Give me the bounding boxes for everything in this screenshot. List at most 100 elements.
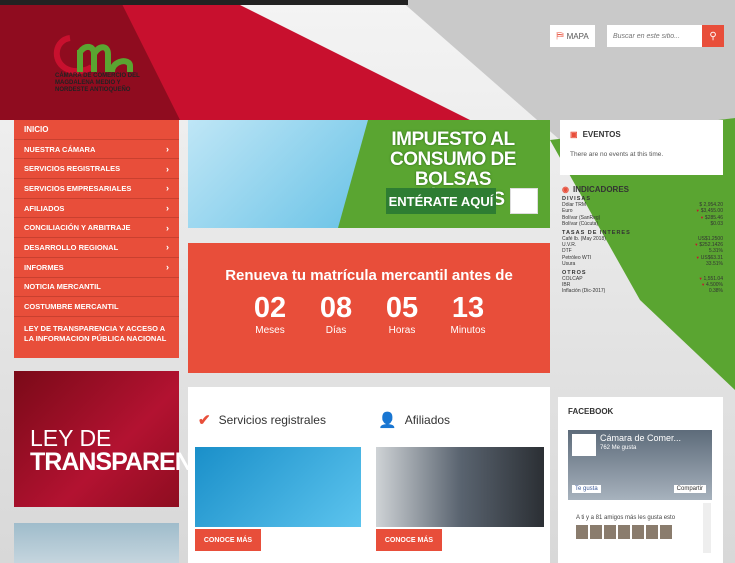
indicator-value: $0.03: [706, 221, 723, 227]
facebook-like-button[interactable]: Te gusta: [572, 485, 601, 493]
chevron-right-icon: ›: [166, 203, 169, 214]
indicadores-widget: ◉ INDICADORES DIVISAS Dólar TRM$ 2,954.2…: [560, 185, 723, 365]
facebook-page-name[interactable]: Cámara de Comer...: [600, 433, 681, 443]
avatar[interactable]: [618, 525, 630, 539]
facebook-title: FACEBOOK: [568, 407, 614, 416]
avatar[interactable]: [590, 525, 602, 539]
eventos-title: EVENTOS: [582, 130, 621, 139]
countdown-number: 02: [253, 292, 287, 324]
avatar[interactable]: [660, 525, 672, 539]
chevron-right-icon: ›: [166, 163, 169, 174]
indicator-row: Bolívar (Cúcuta) $0.03: [560, 221, 723, 227]
nav-label: SERVICIOS EMPRESARIALES: [24, 183, 132, 193]
nav-item-costumbre-mercantil[interactable]: COSTUMBRE MERCANTIL: [14, 297, 179, 317]
eventos-empty-text: There are no events at this time.: [570, 151, 664, 158]
countdown-number: 05: [385, 292, 419, 324]
afiliados-title: Afiliados: [404, 413, 451, 427]
nav-label: LEY DE TRANSPARENCIA Y ACCESO A LA INFOR…: [24, 323, 167, 343]
indicator-row: Inflación (Dic-2017) 0.38%: [560, 288, 723, 294]
afiliados-heading[interactable]: 👤 Afiliados: [378, 411, 450, 429]
indicator-label: Bolívar (Cúcuta): [562, 221, 599, 228]
nav-item-informes[interactable]: INFORMES ›: [14, 258, 179, 278]
search-icon: ⚲: [709, 30, 717, 42]
nav-item-servicios-empresariales[interactable]: SERVICIOS EMPRESARIALES ›: [14, 179, 179, 199]
search-button[interactable]: ⚲: [702, 25, 724, 47]
indicator-icon: ◉: [562, 185, 569, 194]
nav-item-ley-transparencia[interactable]: LEY DE TRANSPARENCIA Y ACCESO A LA INFOR…: [14, 317, 179, 351]
indicator-row: Usura 33.51%: [560, 261, 723, 267]
conoce-mas-button-afiliados[interactable]: CONOCE MÁS: [376, 529, 442, 551]
calendar-icon: ▣: [570, 130, 578, 139]
nav-item-desarrollo-regional[interactable]: DESARROLLO REGIONAL ›: [14, 238, 179, 258]
site-logo[interactable]: [50, 30, 140, 110]
servicios-registrales-title: Servicios registrales: [218, 413, 326, 427]
conoce-mas-button-registrales[interactable]: CONOCE MÁS: [195, 529, 261, 551]
servicios-registrales-image[interactable]: [195, 447, 361, 527]
nav-item-nuestra-camara[interactable]: NUESTRA CÁMARA ›: [14, 140, 179, 160]
nav-label: INICIO: [24, 124, 49, 134]
user-icon: 👤: [378, 412, 397, 429]
indicadores-title: INDICADORES: [572, 185, 629, 194]
facebook-scrollbar[interactable]: [703, 503, 711, 553]
chevron-right-icon: ›: [166, 242, 169, 253]
facebook-widget: FACEBOOK Cámara de Comer... 762 Me gusta…: [558, 397, 723, 563]
logo-text: Cámara de Comercio del Magdalena Medio y…: [55, 73, 140, 93]
facebook-page-avatar: [572, 434, 596, 456]
indicator-label: Inflación (Dic-2017): [562, 288, 606, 295]
plastic-bags-image: [188, 120, 368, 228]
nav-label: NUESTRA CÁMARA: [24, 144, 96, 154]
countdown-unit: Días: [325, 325, 347, 336]
nav-item-noticia-mercantil[interactable]: NOTICIA MERCANTIL: [14, 278, 179, 298]
map-button[interactable]: ⛿ MAPA: [550, 25, 595, 47]
chevron-right-icon: ›: [166, 262, 169, 273]
facebook-like-label: Te gusta: [575, 486, 598, 492]
checkmark-icon: ✔: [198, 412, 211, 429]
nav-label: DESARROLLO REGIONAL: [24, 242, 119, 252]
main-nav: INICIO NUESTRA CÁMARA › SERVICIOS REGISTR…: [14, 120, 179, 358]
indicadores-header: ◉ INDICADORES: [562, 185, 723, 194]
servicios-registrales-heading[interactable]: ✔ Servicios registrales: [198, 411, 326, 429]
nav-label: AFILIADOS: [24, 203, 65, 213]
countdown-unit: Meses: [255, 325, 285, 336]
nav-item-conciliacion[interactable]: CONCILIACIÓN Y ARBITRAJE ›: [14, 218, 179, 239]
renewal-countdown: Renueva tu matrícula mercantil antes de …: [188, 243, 550, 373]
avatar[interactable]: [632, 525, 644, 539]
nav-item-afiliados[interactable]: AFILIADOS ›: [14, 199, 179, 219]
countdown-values: 02 Meses 08 Días 05 Horas 13 Minutos: [188, 291, 550, 336]
nav-item-servicios-registrales[interactable]: SERVICIOS REGISTRALES ›: [14, 159, 179, 180]
nav-label: COSTUMBRE MERCANTIL: [24, 302, 119, 312]
secondary-banner[interactable]: [14, 523, 179, 563]
facebook-friend-avatars: [576, 525, 672, 539]
nav-label: CONCILIACIÓN Y ARBITRAJE: [24, 223, 131, 233]
nav-label: SERVICIOS REGISTRALES: [24, 164, 121, 174]
avatar[interactable]: [604, 525, 616, 539]
nav-label: NOTICIA MERCANTIL: [24, 282, 101, 292]
facebook-page-card[interactable]: Cámara de Comer... 762 Me gusta Te gusta…: [568, 430, 712, 500]
facebook-likes-count: 762 Me gusta: [600, 445, 637, 451]
countdown-months: 02 Meses: [246, 291, 294, 336]
ley-transparencia-banner[interactable]: LEY DE TRANSPARENCIA: [14, 371, 233, 507]
countdown-unit: Horas: [388, 325, 416, 336]
countdown-number: 08: [319, 292, 353, 324]
nav-item-inicio[interactable]: INICIO: [14, 120, 179, 140]
countdown-number: 13: [451, 292, 485, 324]
bolsas-plasticas-banner[interactable]: IMPUESTO AL CONSUMO DE BOLSAS PLÁSTICAS …: [188, 120, 550, 228]
nav-label: INFORMES: [24, 262, 64, 272]
afiliados-image[interactable]: [376, 447, 544, 527]
chevron-right-icon: ›: [166, 144, 169, 155]
avatar[interactable]: [646, 525, 658, 539]
facebook-share-button[interactable]: Compartir: [673, 485, 706, 493]
eventos-header: ▣ EVENTOS: [570, 130, 713, 139]
facebook-share-label: Compartir: [676, 486, 703, 492]
map-label: MAPA: [566, 31, 589, 41]
banner-cta-button[interactable]: ENTÉRATE AQUÍ: [386, 188, 496, 214]
indicator-value: 33.51%: [701, 261, 723, 267]
chevron-right-icon: ›: [166, 183, 169, 194]
banner-logo: [510, 188, 538, 214]
avatar[interactable]: [576, 525, 588, 539]
countdown-hours: 05 Horas: [378, 291, 426, 336]
countdown-unit: Minutos: [450, 325, 486, 336]
countdown-days: 08 Días: [312, 291, 360, 336]
search-input[interactable]: [607, 25, 702, 47]
chevron-right-icon: ›: [166, 222, 169, 233]
